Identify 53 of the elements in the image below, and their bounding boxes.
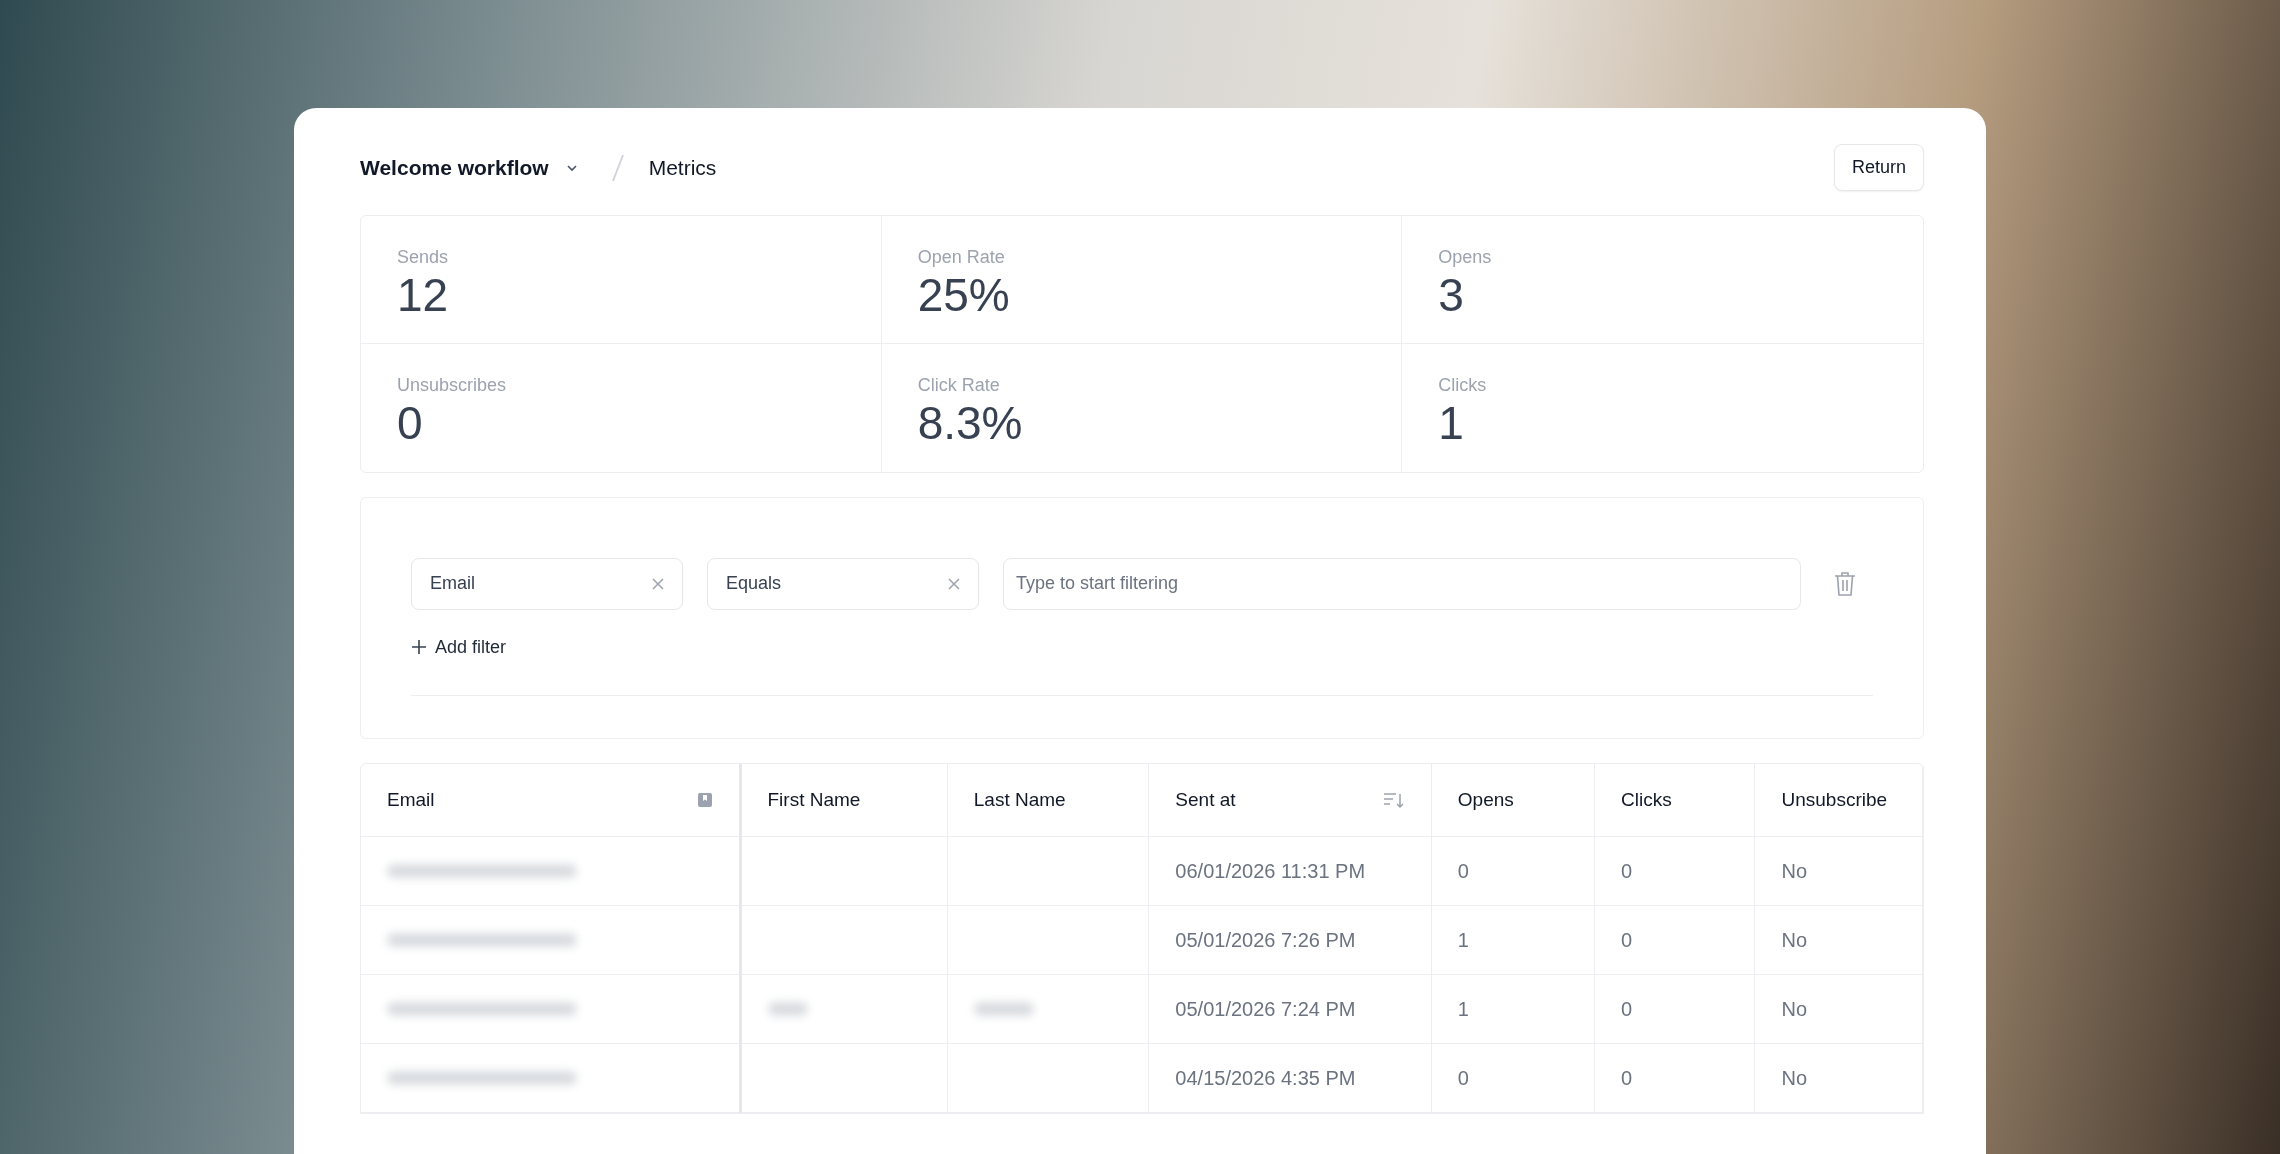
stat-label: Unsubscribes	[397, 374, 508, 398]
opens-cell: 0	[1457, 860, 1469, 883]
clicks-cell: 0	[1621, 860, 1633, 883]
column-header[interactable]: Opens	[1431, 763, 1595, 837]
sent-time-cell: 05/01/2026 7:24 PM	[1175, 998, 1356, 1021]
sent-time-cell: 04/15/2026 4:35 PM	[1175, 1067, 1356, 1090]
filter-input[interactable]: Type to start filtering	[1003, 557, 1801, 610]
opens-cell: 0	[1457, 1067, 1469, 1090]
unsubscribed-cell: No	[1781, 860, 1808, 883]
column-header[interactable]: Email	[361, 763, 740, 837]
blurred-name	[767, 1002, 808, 1017]
select-value: Equals	[726, 572, 782, 596]
clicks-cell: 0	[1621, 1067, 1633, 1090]
breadcrumb-separator	[610, 152, 625, 183]
stat-value: 25%	[917, 271, 1011, 320]
blurred-name	[973, 1002, 1034, 1017]
stat-label: Clicks	[1438, 374, 1488, 398]
unsubscribed-cell: No	[1781, 1067, 1808, 1090]
unsubscribed-cell: No	[1781, 998, 1808, 1021]
workflow-name[interactable]: Welcome workflow	[360, 151, 549, 184]
page-title: Metrics	[648, 154, 717, 181]
clear-icon[interactable]	[946, 575, 962, 592]
stat-label: Sends	[397, 246, 450, 269]
stat-label: Opens	[1438, 246, 1493, 269]
sent-time-cell: 06/01/2026 11:31 PM	[1175, 860, 1366, 883]
opens-cell: 1	[1457, 929, 1469, 952]
sent-time-cell: 05/01/2026 7:26 PM	[1175, 929, 1356, 952]
operator-select[interactable]: Equals	[707, 557, 979, 610]
plus-icon	[411, 639, 427, 656]
stat-value: 12	[397, 271, 450, 320]
stat-value: 3	[1438, 271, 1465, 320]
sort-icon[interactable]	[1382, 790, 1405, 809]
bookmark-icon[interactable]	[696, 791, 713, 808]
clicks-cell: 0	[1621, 929, 1633, 952]
trash-icon[interactable]	[1833, 570, 1857, 597]
stat-value: 0	[397, 399, 424, 448]
field-select[interactable]: Email	[411, 557, 683, 610]
column-header[interactable]: Last Name	[947, 763, 1149, 837]
select-value: Email	[430, 572, 475, 596]
column-header[interactable]: Sent at	[1148, 763, 1432, 837]
return-button[interactable]: Return	[1833, 144, 1924, 191]
unsubscribed-cell: No	[1781, 929, 1808, 952]
add-filter-button[interactable]: Add filter	[411, 633, 507, 661]
stat-value: 8.3%	[917, 399, 1024, 448]
column-header[interactable]: First Name	[740, 763, 948, 837]
stat-value: 1	[1438, 399, 1465, 448]
opens-cell: 1	[1457, 998, 1469, 1021]
clear-icon[interactable]	[650, 575, 666, 592]
stat-label: Click Rate	[917, 374, 1001, 398]
stat-label: Open Rate	[917, 246, 1006, 269]
column-header[interactable]: Clicks	[1594, 763, 1755, 837]
column-header[interactable]: Unsubscribe	[1754, 763, 1923, 837]
clicks-cell: 0	[1621, 998, 1633, 1021]
